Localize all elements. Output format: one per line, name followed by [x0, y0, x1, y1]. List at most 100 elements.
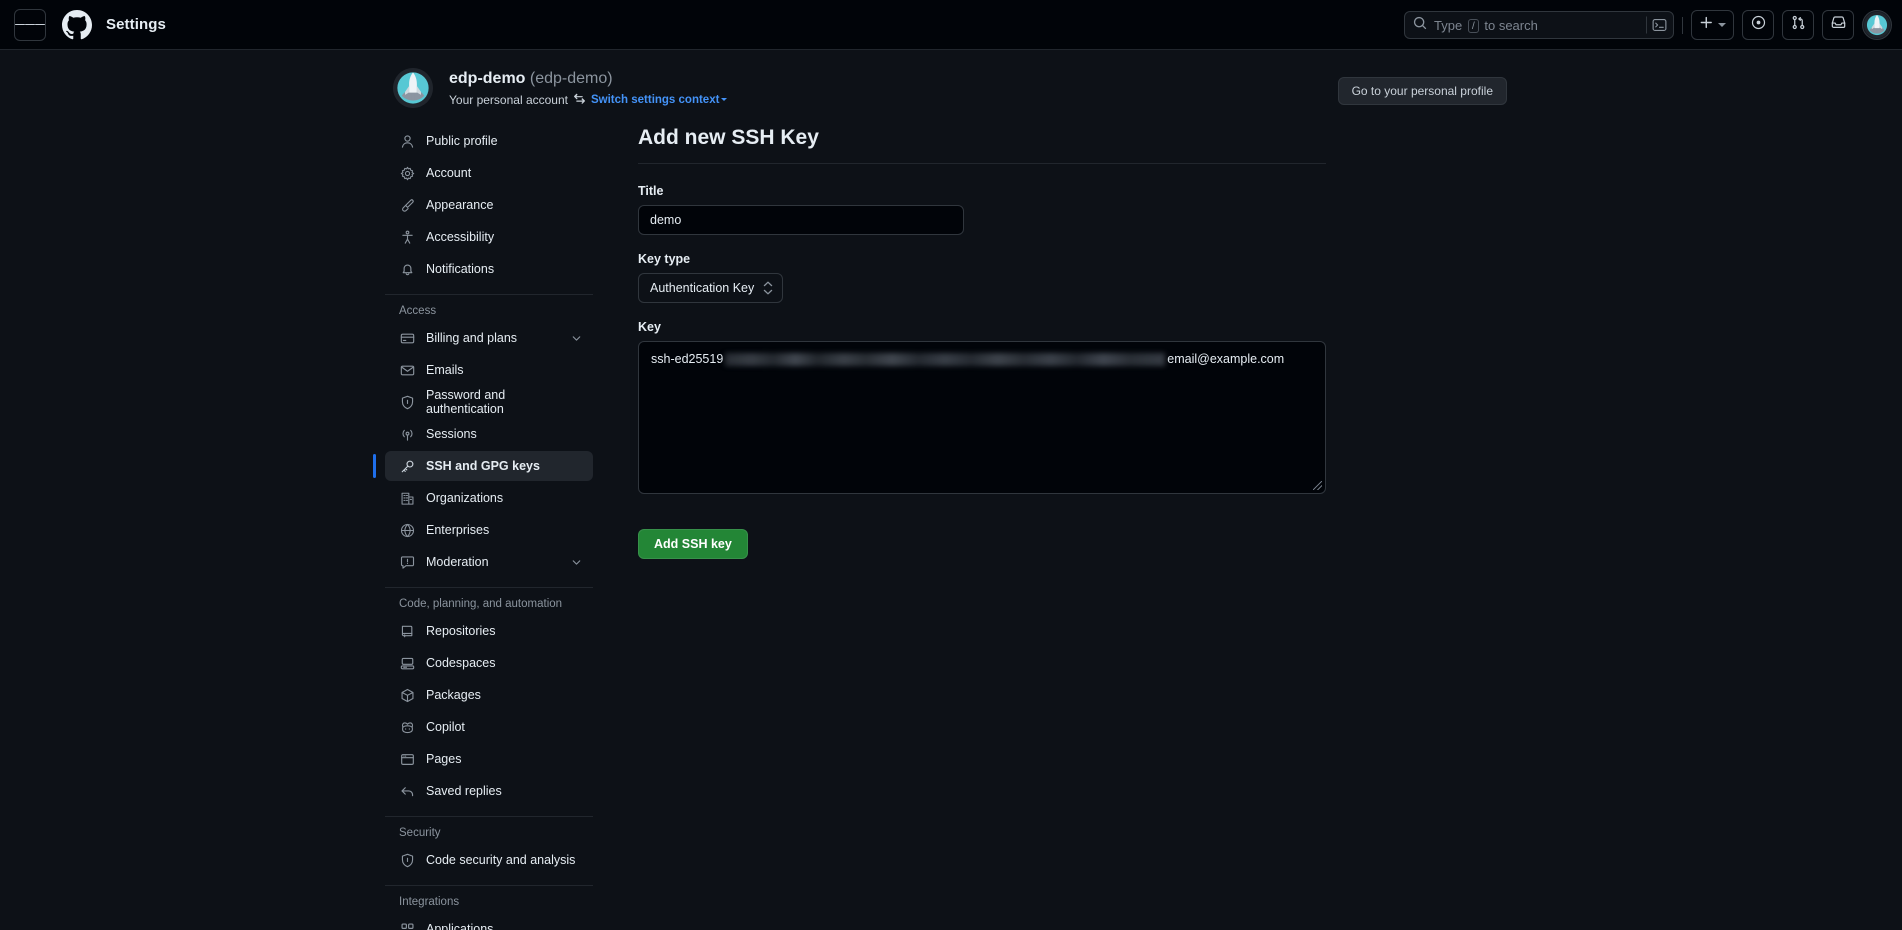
- header-divider: [1682, 17, 1683, 34]
- sidebar-item-accessibility[interactable]: Accessibility: [385, 222, 593, 252]
- copilot-icon: [399, 719, 415, 735]
- hamburger-bar: [25, 24, 35, 26]
- sidebar-item-label: Packages: [426, 688, 481, 702]
- chevron-down-icon[interactable]: [570, 556, 583, 569]
- account-context-bar: edp-demo (edp-demo) Your personal accoun…: [0, 50, 1902, 120]
- sidebar-divider: [385, 816, 593, 817]
- account-avatar[interactable]: [393, 68, 433, 108]
- account-text: edp-demo (edp-demo) Your personal accoun…: [449, 69, 727, 108]
- gear-icon: [399, 165, 415, 181]
- chevron-down-icon: [721, 98, 727, 101]
- header-actions: Type / to search: [1404, 0, 1892, 50]
- app-header: Settings Type / to search: [0, 0, 1902, 50]
- sidebar-item-label: SSH and GPG keys: [426, 459, 540, 473]
- sidebar-item-label: Password and authentication: [426, 388, 583, 416]
- sidebar-item-label: Saved replies: [426, 784, 502, 798]
- search-placeholder-suffix: to search: [1484, 18, 1537, 33]
- sidebar-item-label: Emails: [426, 363, 464, 377]
- reply-icon: [399, 783, 415, 799]
- arrow-switch-icon: [573, 92, 586, 108]
- sidebar-item-enterprises[interactable]: Enterprises: [385, 515, 593, 545]
- notifications-button[interactable]: [1822, 10, 1854, 40]
- shield-icon: [399, 852, 415, 868]
- key-type-field-label: Key type: [638, 252, 1582, 266]
- switch-settings-context-label: Switch settings context: [591, 94, 719, 106]
- sidebar-item-account[interactable]: Account: [385, 158, 593, 188]
- title-field-label: Title: [638, 184, 1582, 198]
- sidebar-item-password-and-authentication[interactable]: Password and authentication: [385, 387, 593, 417]
- add-ssh-key-button[interactable]: Add SSH key: [638, 529, 748, 559]
- broadcast-icon: [399, 426, 415, 442]
- key-value-suffix: email@example.com: [1167, 352, 1284, 366]
- search-input[interactable]: Type / to search: [1404, 11, 1674, 39]
- chevron-down-icon: [1718, 23, 1726, 27]
- sidebar-item-label: Public profile: [426, 134, 498, 148]
- plus-icon: [1699, 15, 1714, 35]
- sidebar-item-moderation[interactable]: Moderation: [385, 547, 593, 577]
- chevron-down-icon[interactable]: [570, 332, 583, 345]
- sidebar-item-code-security-and-analysis[interactable]: Code security and analysis: [385, 845, 593, 875]
- sidebar-item-repositories[interactable]: Repositories: [385, 616, 593, 646]
- settings-layout: Public profile Account A: [0, 120, 1902, 930]
- sidebar-item-billing-and-plans[interactable]: Billing and plans: [385, 323, 593, 353]
- browser-icon: [399, 751, 415, 767]
- shield-lock-icon: [399, 394, 415, 410]
- sidebar-item-notifications[interactable]: Notifications: [385, 254, 593, 284]
- textarea-resize-handle[interactable]: [1311, 479, 1323, 491]
- chevron-up-down-icon: [763, 281, 773, 295]
- sidebar-group-title: Code, planning, and automation: [385, 598, 593, 616]
- go-to-personal-profile-button[interactable]: Go to your personal profile: [1338, 77, 1507, 105]
- sidebar-item-appearance[interactable]: Appearance: [385, 190, 593, 220]
- key-field-label: Key: [638, 320, 1582, 334]
- sidebar-item-label: Code security and analysis: [426, 853, 575, 867]
- sidebar-item-label: Applications: [426, 922, 493, 930]
- terminal-icon[interactable]: [1646, 17, 1667, 34]
- issue-opened-icon: [1751, 15, 1766, 35]
- sidebar-item-label: Sessions: [426, 427, 477, 441]
- settings-main-content: Add new SSH Key Title Key type Authentic…: [593, 120, 1582, 930]
- sidebar-item-applications[interactable]: Applications: [385, 914, 593, 930]
- globe-icon: [399, 522, 415, 538]
- credit-card-icon: [399, 330, 415, 346]
- search-divider: [1646, 17, 1647, 34]
- sidebar-item-sessions[interactable]: Sessions: [385, 419, 593, 449]
- sidebar-item-codespaces[interactable]: Codespaces: [385, 648, 593, 678]
- sidebar-group-code-planning-automation: Code, planning, and automation Repositor…: [385, 598, 593, 806]
- package-icon: [399, 687, 415, 703]
- account-handle: (edp-demo): [530, 70, 613, 87]
- sidebar-item-label: Codespaces: [426, 656, 496, 670]
- pull-requests-button[interactable]: [1782, 10, 1814, 40]
- sidebar-group-integrations: Integrations Applications: [385, 896, 593, 930]
- sidebar-item-ssh-and-gpg-keys[interactable]: SSH and GPG keys: [385, 451, 593, 481]
- title-input[interactable]: [638, 205, 964, 235]
- key-value-prefix: ssh-ed25519: [651, 352, 723, 366]
- account-subtitle: Your personal account: [449, 93, 568, 107]
- sidebar-item-pages[interactable]: Pages: [385, 744, 593, 774]
- page-header-title: Settings: [106, 16, 166, 33]
- account-name-row: edp-demo (edp-demo): [449, 69, 727, 89]
- sidebar-group-access: Access Billing and plans E: [385, 305, 593, 577]
- sidebar-item-copilot[interactable]: Copilot: [385, 712, 593, 742]
- issues-button[interactable]: [1742, 10, 1774, 40]
- switch-settings-context-link[interactable]: Switch settings context: [591, 94, 727, 106]
- sidebar-item-saved-replies[interactable]: Saved replies: [385, 776, 593, 806]
- github-logo-icon[interactable]: [62, 10, 92, 40]
- codespaces-icon: [399, 655, 415, 671]
- sidebar-item-label: Enterprises: [426, 523, 489, 537]
- sidebar-item-packages[interactable]: Packages: [385, 680, 593, 710]
- sidebar-item-label: Repositories: [426, 624, 495, 638]
- sidebar-divider: [385, 587, 593, 588]
- sidebar-item-emails[interactable]: Emails: [385, 355, 593, 385]
- key-textarea[interactable]: ssh-ed25519 email@example.com: [638, 341, 1326, 494]
- sidebar-item-label: Pages: [426, 752, 461, 766]
- sidebar-group-title: Access: [385, 305, 593, 323]
- key-type-select[interactable]: Authentication Key: [638, 273, 783, 303]
- page-title: Add new SSH Key: [638, 126, 1326, 164]
- sidebar-item-public-profile[interactable]: Public profile: [385, 126, 593, 156]
- hamburger-icon[interactable]: [14, 9, 46, 41]
- create-new-button[interactable]: [1691, 10, 1734, 40]
- sidebar-item-organizations[interactable]: Organizations: [385, 483, 593, 513]
- account-subtitle-row: Your personal account Switch settings co…: [449, 92, 727, 108]
- user-avatar[interactable]: [1862, 10, 1892, 40]
- search-placeholder-text: Type / to search: [1434, 18, 1538, 33]
